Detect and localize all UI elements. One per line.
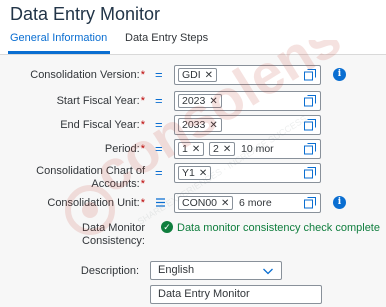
more-link[interactable]: 6 more (239, 197, 272, 209)
equals-icon: = (155, 67, 163, 82)
consolidation-unit-label: Consolidation Unit:* (47, 197, 145, 209)
end-fiscal-year-input[interactable]: 2033 ✕ (174, 115, 321, 135)
value-help-icon[interactable] (304, 143, 316, 155)
start-fiscal-year-input[interactable]: 2023 ✕ (174, 91, 321, 111)
close-icon[interactable]: ✕ (221, 198, 229, 209)
chart-of-accounts-input[interactable]: Y1 ✕ (174, 163, 321, 183)
equals-icon: = (155, 141, 163, 156)
close-icon[interactable]: ✕ (209, 120, 217, 131)
value-help-icon[interactable] (304, 69, 316, 81)
required-marker: * (140, 119, 145, 131)
info-icon[interactable]: i (333, 196, 346, 209)
page-title: Data Entry Monitor (10, 4, 161, 24)
required-marker: * (140, 143, 145, 155)
data-monitor-consistency-label: Data Monitor Consistency: (82, 222, 145, 247)
value-help-icon[interactable] (304, 119, 316, 131)
equals-icon: = (155, 117, 163, 132)
tab-general-information[interactable]: General Information (10, 32, 107, 44)
start-fiscal-year-label: Start Fiscal Year:* (56, 95, 145, 107)
required-marker: * (140, 178, 145, 190)
description-language-select[interactable]: English (150, 261, 282, 280)
equals-icon: = (155, 165, 163, 180)
required-marker: * (140, 197, 145, 209)
token: CON00 ✕ (178, 196, 234, 210)
close-icon[interactable]: ✕ (192, 144, 200, 155)
close-icon[interactable]: ✕ (205, 70, 213, 81)
consolidation-version-label: Consolidation Version:* (30, 69, 145, 81)
consolidation-unit-input[interactable]: CON00 ✕ 6 more (174, 193, 321, 213)
token: 1 ✕ (178, 142, 205, 156)
token: 2023 ✕ (178, 94, 222, 108)
equals-icon: = (155, 93, 163, 108)
token: 2 ✕ (209, 142, 236, 156)
check-circle-icon: ✓ (161, 221, 173, 233)
end-fiscal-year-label: End Fiscal Year:* (60, 119, 145, 131)
period-input[interactable]: 1 ✕ 2 ✕ 10 mor (174, 139, 321, 159)
required-marker: * (140, 95, 145, 107)
period-label: Period:* (104, 143, 145, 155)
value-help-icon[interactable] (304, 197, 316, 209)
more-link[interactable]: 10 mor (241, 143, 274, 155)
value-help-icon[interactable] (304, 95, 316, 107)
required-marker: * (140, 69, 145, 81)
description-text-input[interactable]: Data Entry Monitor (150, 285, 322, 304)
chart-of-accounts-label: Consolidation Chart of Accounts:* (36, 165, 145, 190)
close-icon[interactable]: ✕ (199, 168, 207, 179)
token: GDI ✕ (178, 68, 218, 82)
token: 2033 ✕ (178, 118, 222, 132)
value-help-icon[interactable] (304, 167, 316, 179)
description-label: Description: (80, 265, 139, 277)
tab-data-entry-steps[interactable]: Data Entry Steps (125, 32, 208, 44)
close-icon[interactable]: ✕ (209, 96, 217, 107)
list-icon (156, 198, 165, 207)
close-icon[interactable]: ✕ (223, 144, 231, 155)
token: Y1 ✕ (178, 166, 212, 180)
chevron-down-icon (262, 262, 274, 283)
selected-language: English (158, 264, 195, 276)
consolidation-version-input[interactable]: GDI ✕ (174, 65, 321, 85)
info-icon[interactable]: i (333, 68, 346, 81)
consistency-status-text: Data monitor consistency check complete (177, 222, 380, 234)
